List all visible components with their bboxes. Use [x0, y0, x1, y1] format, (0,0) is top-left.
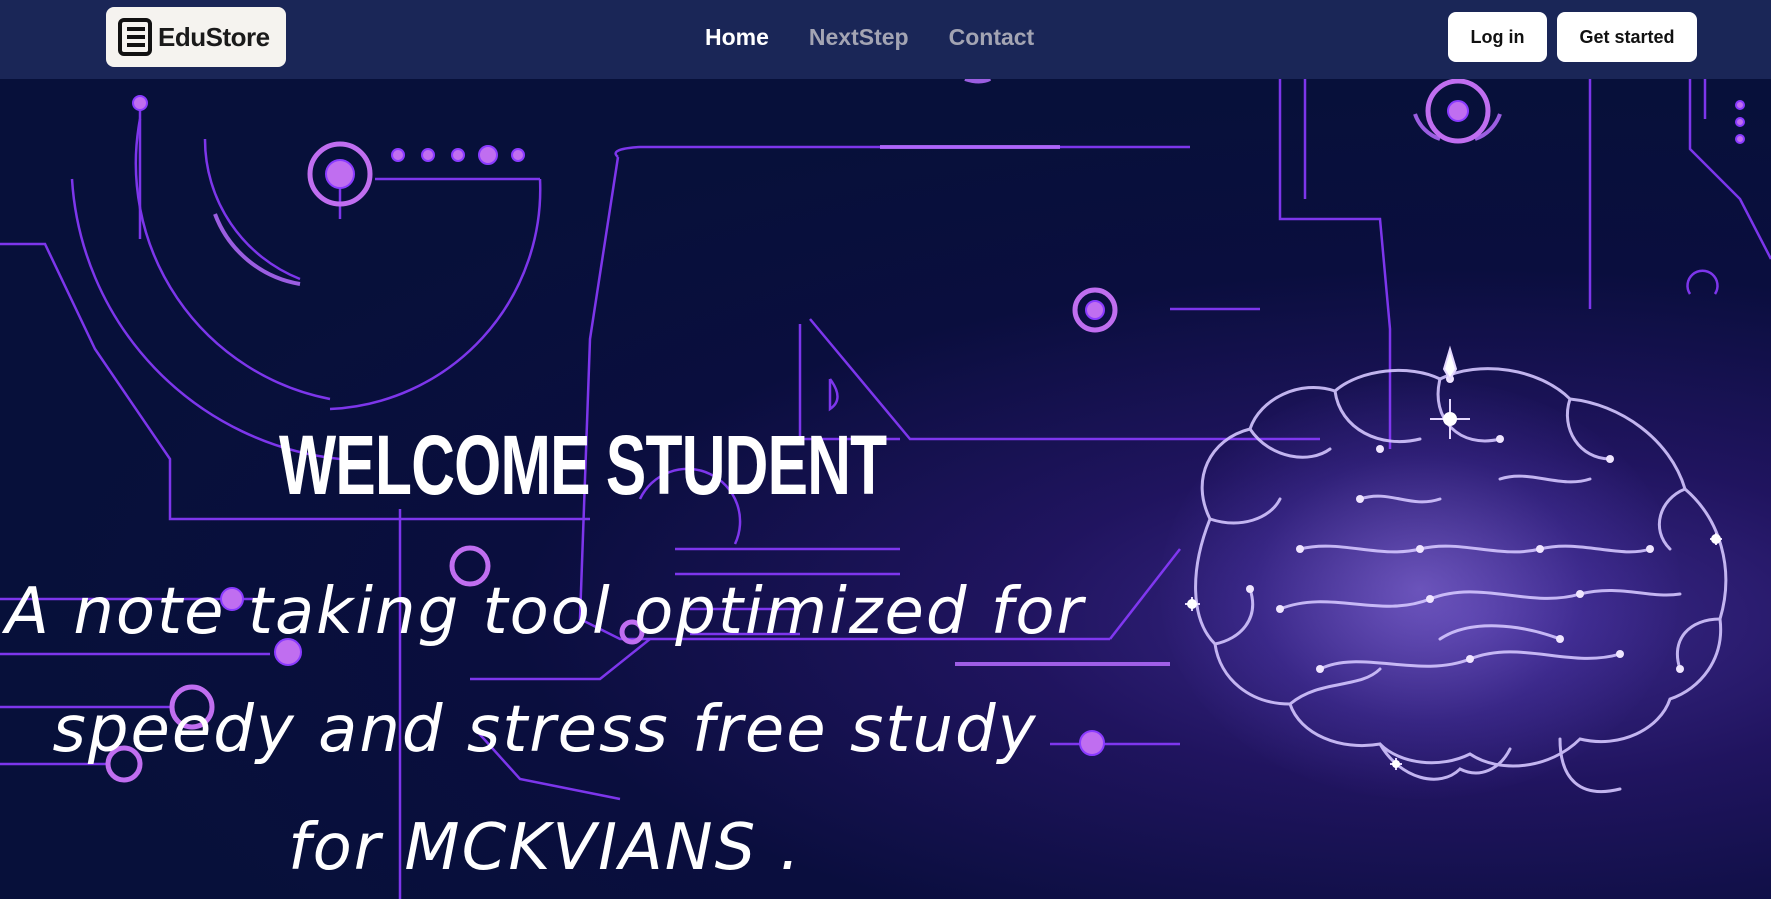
- hero-heading: WELCOME STUDENT: [279, 418, 887, 513]
- get-started-button[interactable]: Get started: [1557, 12, 1697, 62]
- navbar: EduStore Home NextStep Contact Log in Ge…: [0, 0, 1771, 79]
- brain-illustration: [1194, 367, 1728, 794]
- page: EduStore Home NextStep Contact Log in Ge…: [0, 0, 1771, 899]
- logo[interactable]: EduStore: [106, 7, 286, 67]
- nav-link-contact[interactable]: Contact: [949, 24, 1035, 51]
- logo-icon: [118, 18, 152, 56]
- tagline-line-1: A note taking tool optimized for: [5, 575, 1085, 649]
- hero-tagline: A note taking tool optimized for speedy …: [0, 553, 1090, 899]
- hero-section: WELCOME STUDENT A note taking tool optim…: [0, 79, 1771, 899]
- login-button[interactable]: Log in: [1448, 12, 1547, 62]
- nav-link-nextstep[interactable]: NextStep: [809, 24, 909, 51]
- nav-link-home[interactable]: Home: [705, 24, 769, 51]
- tagline-line-3: for MCKVIANS .: [288, 811, 802, 885]
- tagline-line-2: speedy and stress free study: [52, 693, 1038, 767]
- logo-text: EduStore: [158, 21, 270, 52]
- nav-links: Home NextStep Contact: [705, 0, 1034, 75]
